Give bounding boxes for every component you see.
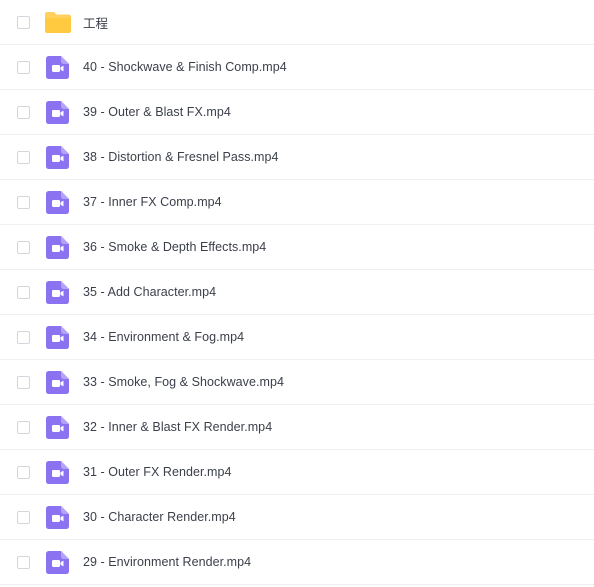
video-file-row[interactable]: 33 - Smoke, Fog & Shockwave.mp4 bbox=[0, 360, 594, 405]
video-file-row[interactable]: 39 - Outer & Blast FX.mp4 bbox=[0, 90, 594, 135]
row-checkbox[interactable] bbox=[17, 15, 30, 29]
file-name[interactable]: 39 - Outer & Blast FX.mp4 bbox=[83, 105, 231, 119]
file-name[interactable]: 40 - Shockwave & Finish Comp.mp4 bbox=[83, 60, 287, 74]
video-file-icon bbox=[46, 280, 69, 304]
file-list: 工程 40 - Shockwave & Finish Comp.mp4 39 -… bbox=[0, 0, 594, 585]
row-checkbox[interactable] bbox=[17, 465, 30, 479]
row-checkbox[interactable] bbox=[17, 285, 30, 299]
file-name[interactable]: 35 - Add Character.mp4 bbox=[83, 285, 216, 299]
file-name[interactable]: 30 - Character Render.mp4 bbox=[83, 510, 236, 524]
file-name[interactable]: 31 - Outer FX Render.mp4 bbox=[83, 465, 232, 479]
video-file-row[interactable]: 30 - Character Render.mp4 bbox=[0, 495, 594, 540]
video-file-row[interactable]: 37 - Inner FX Comp.mp4 bbox=[0, 180, 594, 225]
video-file-row[interactable]: 38 - Distortion & Fresnel Pass.mp4 bbox=[0, 135, 594, 180]
row-checkbox[interactable] bbox=[17, 60, 30, 74]
video-file-row[interactable]: 29 - Environment Render.mp4 bbox=[0, 540, 594, 585]
video-file-icon bbox=[46, 55, 69, 79]
video-file-icon bbox=[46, 235, 69, 259]
row-checkbox[interactable] bbox=[17, 555, 30, 569]
video-file-row[interactable]: 32 - Inner & Blast FX Render.mp4 bbox=[0, 405, 594, 450]
folder-icon bbox=[45, 12, 71, 33]
video-file-row[interactable]: 36 - Smoke & Depth Effects.mp4 bbox=[0, 225, 594, 270]
video-file-row[interactable]: 40 - Shockwave & Finish Comp.mp4 bbox=[0, 45, 594, 90]
file-name[interactable]: 33 - Smoke, Fog & Shockwave.mp4 bbox=[83, 375, 284, 389]
row-checkbox[interactable] bbox=[17, 330, 30, 344]
file-name[interactable]: 36 - Smoke & Depth Effects.mp4 bbox=[83, 240, 266, 254]
video-file-icon bbox=[46, 505, 69, 529]
row-checkbox[interactable] bbox=[17, 375, 30, 389]
video-file-icon bbox=[46, 325, 69, 349]
file-name[interactable]: 32 - Inner & Blast FX Render.mp4 bbox=[83, 420, 272, 434]
video-file-icon bbox=[46, 415, 69, 439]
row-checkbox[interactable] bbox=[17, 105, 30, 119]
video-file-icon bbox=[46, 145, 69, 169]
row-checkbox[interactable] bbox=[17, 150, 30, 164]
video-file-icon bbox=[46, 460, 69, 484]
row-checkbox[interactable] bbox=[17, 195, 30, 209]
file-name[interactable]: 工程 bbox=[83, 13, 108, 32]
video-file-icon bbox=[46, 100, 69, 124]
row-checkbox[interactable] bbox=[17, 420, 30, 434]
file-name[interactable]: 34 - Environment & Fog.mp4 bbox=[83, 330, 244, 344]
file-name[interactable]: 37 - Inner FX Comp.mp4 bbox=[83, 195, 222, 209]
row-checkbox[interactable] bbox=[17, 240, 30, 254]
file-name[interactable]: 38 - Distortion & Fresnel Pass.mp4 bbox=[83, 150, 279, 164]
video-file-icon bbox=[46, 370, 69, 394]
row-checkbox[interactable] bbox=[17, 510, 30, 524]
video-file-icon bbox=[46, 550, 69, 574]
folder-row[interactable]: 工程 bbox=[0, 0, 594, 45]
video-file-icon bbox=[46, 190, 69, 214]
video-file-row[interactable]: 31 - Outer FX Render.mp4 bbox=[0, 450, 594, 495]
video-file-row[interactable]: 34 - Environment & Fog.mp4 bbox=[0, 315, 594, 360]
video-file-row[interactable]: 35 - Add Character.mp4 bbox=[0, 270, 594, 315]
file-name[interactable]: 29 - Environment Render.mp4 bbox=[83, 555, 251, 569]
